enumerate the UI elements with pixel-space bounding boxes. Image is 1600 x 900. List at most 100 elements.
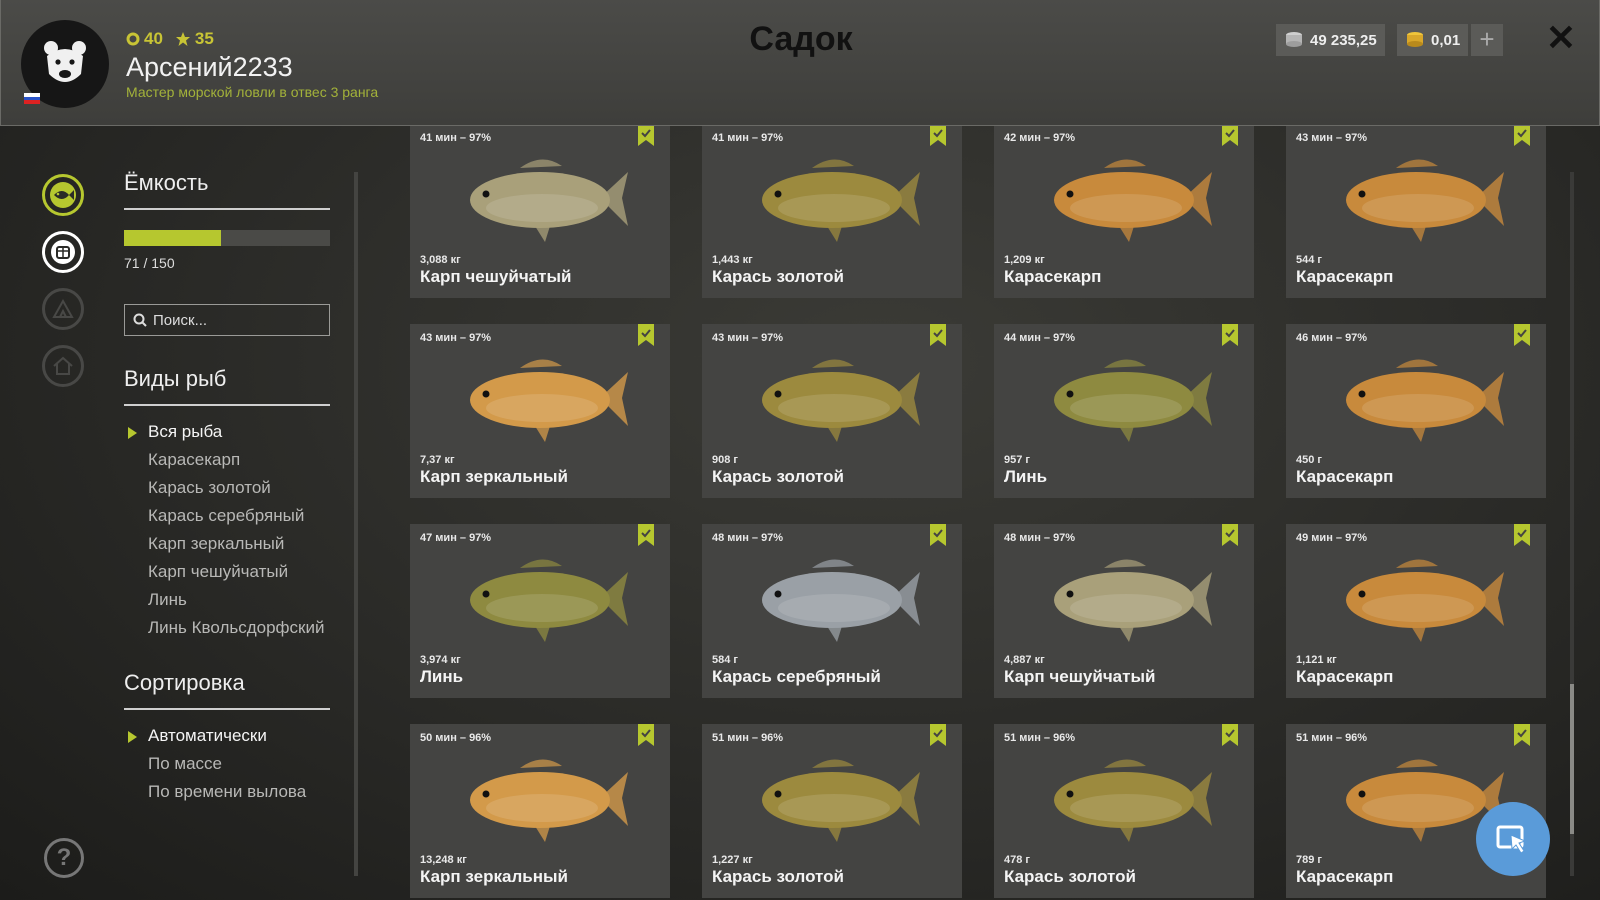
bookmark-icon[interactable] bbox=[1222, 524, 1238, 546]
catch-time-percent: 43 мин – 97% bbox=[420, 332, 492, 344]
fish-image bbox=[762, 759, 920, 842]
catch-time-percent: 51 мин – 96% bbox=[1004, 732, 1076, 744]
grid-scrollbar-thumb[interactable] bbox=[1570, 684, 1574, 834]
fish-card[interactable]: 42 мин – 97% 1,209 кг Карасекарп bbox=[994, 126, 1254, 298]
bookmark-icon[interactable] bbox=[1514, 524, 1530, 546]
bookmark-icon[interactable] bbox=[638, 724, 654, 746]
species-item-all[interactable]: Вся рыба bbox=[124, 418, 324, 446]
fish-image bbox=[762, 559, 920, 642]
bookmark-icon[interactable] bbox=[638, 324, 654, 346]
catch-time-percent: 50 мин – 96% bbox=[420, 732, 492, 744]
species-item[interactable]: Линь Квольсдорфский bbox=[124, 614, 324, 642]
sort-title: Сортировка bbox=[124, 670, 245, 695]
catch-time-percent: 44 мин – 97% bbox=[1004, 332, 1076, 344]
sort-item-time[interactable]: По времени вылова bbox=[124, 778, 306, 806]
bookmark-icon[interactable] bbox=[930, 724, 946, 746]
camp-tent-icon[interactable] bbox=[42, 288, 84, 330]
bookmark-icon[interactable] bbox=[638, 524, 654, 546]
species-item[interactable]: Карась серебряный bbox=[124, 502, 324, 530]
bookmark-icon[interactable] bbox=[1514, 724, 1530, 746]
inventory-box-icon[interactable] bbox=[42, 231, 84, 273]
fish-card[interactable]: 43 мин – 97% 7,37 кг Карп зеркальный bbox=[410, 324, 670, 498]
divider bbox=[124, 708, 330, 710]
close-icon[interactable]: ✕ bbox=[1543, 20, 1579, 56]
catch-time-percent: 43 мин – 97% bbox=[712, 332, 784, 344]
cursor-mode-button[interactable] bbox=[1476, 802, 1550, 876]
fish-name: Карп зеркальный bbox=[420, 867, 568, 886]
fish-card[interactable]: 49 мин – 97% 1,121 кг Карасекарп bbox=[1286, 524, 1546, 698]
species-section: Виды рыб bbox=[124, 366, 330, 406]
fish-name: Карасекарп bbox=[1296, 867, 1394, 886]
fish-name: Карасекарп bbox=[1296, 267, 1394, 286]
fish-image bbox=[1054, 359, 1212, 442]
fish-image bbox=[1054, 159, 1212, 242]
fish-card[interactable]: 43 мин – 97% 908 г Карась золотой bbox=[702, 324, 962, 498]
fish-card[interactable]: 41 мин – 97% 3,088 кг Карп чешуйчатый bbox=[410, 126, 670, 298]
fish-card[interactable]: 48 мин – 97% 4,887 кг Карп чешуйчатый bbox=[994, 524, 1254, 698]
add-currency-button[interactable]: + bbox=[1471, 24, 1503, 56]
bookmark-icon[interactable] bbox=[638, 126, 654, 146]
bookmark-icon[interactable] bbox=[930, 126, 946, 146]
species-item[interactable]: Карп чешуйчатый bbox=[124, 558, 324, 586]
top-bar: 40 35 Арсений2233 Мастер морской ловли в… bbox=[0, 0, 1600, 126]
fish-card[interactable]: 47 мин – 97% 3,974 кг Линь bbox=[410, 524, 670, 698]
species-item[interactable]: Карп зеркальный bbox=[124, 530, 324, 558]
bookmark-icon[interactable] bbox=[1222, 126, 1238, 146]
fish-weight: 3,088 кг bbox=[420, 254, 461, 266]
fish-weight: 908 г bbox=[712, 454, 738, 466]
gold-balance: 0,01 bbox=[1397, 24, 1469, 56]
catch-time-percent: 47 мин – 97% bbox=[420, 532, 492, 544]
species-item[interactable]: Карась золотой bbox=[124, 474, 324, 502]
capacity-bar bbox=[124, 230, 330, 246]
fish-name: Карасекарп bbox=[1296, 467, 1394, 486]
bookmark-icon[interactable] bbox=[1222, 724, 1238, 746]
catch-time-percent: 51 мин – 96% bbox=[1296, 732, 1368, 744]
silver-coins-icon bbox=[1286, 32, 1302, 47]
fish-name: Карп чешуйчатый bbox=[420, 267, 572, 286]
fish-image bbox=[762, 359, 920, 442]
home-icon[interactable] bbox=[42, 345, 84, 387]
bookmark-icon[interactable] bbox=[1514, 324, 1530, 346]
fish-card[interactable]: 41 мин – 97% 1,443 кг Карась золотой bbox=[702, 126, 962, 298]
fish-weight: 7,37 кг bbox=[420, 454, 455, 466]
fish-name: Карась золотой bbox=[712, 267, 844, 286]
fish-weight: 13,248 кг bbox=[420, 854, 467, 866]
keepnet-fish-icon[interactable] bbox=[42, 174, 84, 216]
fish-weight: 1,443 кг bbox=[712, 254, 753, 266]
fish-name: Карась золотой bbox=[712, 467, 844, 486]
fish-card[interactable]: 50 мин – 96% 13,248 кг Карп зеркальный bbox=[410, 724, 670, 898]
fish-weight: 4,887 кг bbox=[1004, 654, 1045, 666]
fish-name: Карась золотой bbox=[1004, 867, 1136, 886]
bookmark-icon[interactable] bbox=[930, 524, 946, 546]
bookmark-icon[interactable] bbox=[1222, 324, 1238, 346]
sort-item-weight[interactable]: По массе bbox=[124, 750, 306, 778]
bookmark-icon[interactable] bbox=[930, 324, 946, 346]
fish-name: Карась золотой bbox=[712, 867, 844, 886]
flag-icon bbox=[24, 93, 40, 105]
catch-time-percent: 41 мин – 97% bbox=[420, 132, 492, 144]
fish-card[interactable]: 43 мин – 97% 544 г Карасекарп bbox=[1286, 126, 1546, 298]
fish-card[interactable]: 51 мин – 96% 1,227 кг Карась золотой bbox=[702, 724, 962, 898]
fish-image bbox=[470, 759, 628, 842]
fish-card[interactable]: 51 мин – 96% 478 г Карась золотой bbox=[994, 724, 1254, 898]
fish-weight: 1,121 кг bbox=[1296, 654, 1337, 666]
fish-image bbox=[470, 359, 628, 442]
search-input[interactable] bbox=[153, 311, 323, 329]
cursor-icon bbox=[1496, 825, 1527, 854]
species-item[interactable]: Карасекарп bbox=[124, 446, 324, 474]
sort-item-auto[interactable]: Автоматически bbox=[124, 722, 306, 750]
capacity-section: Ёмкость bbox=[124, 170, 330, 210]
fish-card[interactable]: 48 мин – 97% 584 г Карась серебряный bbox=[702, 524, 962, 698]
help-icon[interactable]: ? bbox=[44, 838, 84, 878]
fish-image bbox=[1054, 759, 1212, 842]
fish-name: Линь bbox=[420, 667, 464, 686]
fish-card[interactable]: 44 мин – 97% 957 г Линь bbox=[994, 324, 1254, 498]
catch-time-percent: 48 мин – 97% bbox=[1004, 532, 1076, 544]
search-field[interactable] bbox=[124, 304, 330, 336]
bookmark-icon[interactable] bbox=[1514, 126, 1530, 146]
fish-grid: 41 мин – 97% 3,088 кг Карп чешуйчатый 41 ми… bbox=[410, 126, 1550, 900]
capacity-fill bbox=[124, 230, 222, 246]
fish-image bbox=[1346, 159, 1504, 242]
fish-card[interactable]: 46 мин – 97% 450 г Карасекарп bbox=[1286, 324, 1546, 498]
species-item[interactable]: Линь bbox=[124, 586, 324, 614]
